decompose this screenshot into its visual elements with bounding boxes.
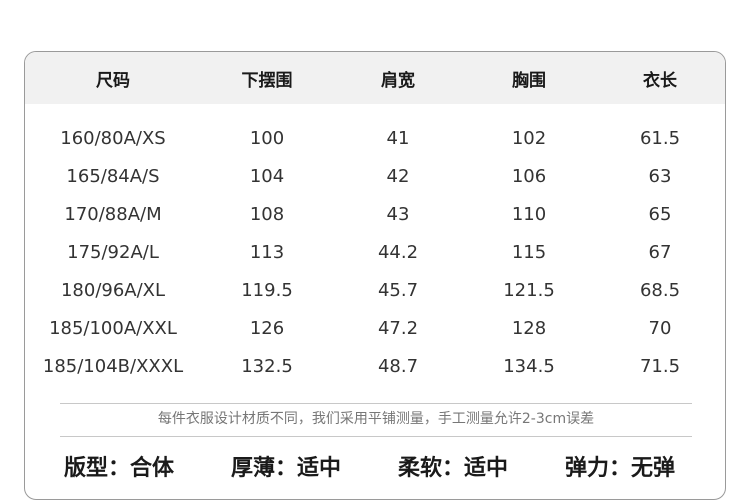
cell-size: 165/84A/S bbox=[66, 166, 160, 187]
cell-size: 185/104B/XXXL bbox=[42, 356, 184, 377]
header-size: 尺码 bbox=[96, 71, 130, 91]
table-row: 160/80A/XS 100 41 102 61.5 bbox=[25, 127, 725, 165]
cell-size: 175/92A/L bbox=[67, 242, 159, 263]
table-row: 185/100A/XXL 126 47.2 128 70 bbox=[25, 317, 725, 355]
table-row: 180/96A/XL 119.5 45.7 121.5 68.5 bbox=[25, 279, 725, 317]
cell-length: 61.5 bbox=[639, 128, 681, 149]
cell-length: 68.5 bbox=[639, 280, 681, 301]
table-row: 170/88A/M 108 43 110 65 bbox=[25, 203, 725, 241]
cell-length: 71.5 bbox=[639, 356, 681, 377]
cell-size: 170/88A/M bbox=[64, 204, 162, 225]
feature-thickness: 厚薄：适中 bbox=[231, 456, 342, 481]
cell-size: 180/96A/XL bbox=[60, 280, 166, 301]
feature-fit: 版型：合体 bbox=[64, 456, 175, 481]
cell-length: 65 bbox=[648, 204, 672, 225]
feature-elasticity: 弹力：无弹 bbox=[565, 456, 676, 481]
divider-bottom bbox=[60, 436, 692, 437]
divider-top bbox=[60, 403, 692, 404]
cell-size: 160/80A/XS bbox=[60, 128, 166, 149]
table-row: 185/104B/XXXL 132.5 48.7 134.5 71.5 bbox=[25, 355, 725, 393]
table-row: 165/84A/S 104 42 106 63 bbox=[25, 165, 725, 203]
header-length: 衣长 bbox=[643, 71, 677, 91]
size-chart-card: 尺码 下摆围 肩宽 胸围 衣长 160/80A/XS 100 41 102 61.5 16… bbox=[24, 51, 726, 500]
table-header: 尺码 下摆围 肩宽 胸围 衣长 bbox=[25, 52, 725, 104]
features-row: 版型：合体 厚薄：适中 柔软：适中 弹力：无弹 bbox=[25, 450, 725, 484]
feature-softness: 柔软：适中 bbox=[398, 456, 509, 481]
cell-length: 67 bbox=[648, 242, 672, 263]
cell-size: 185/100A/XXL bbox=[49, 318, 177, 339]
cell-length: 63 bbox=[648, 166, 672, 187]
table-row: 175/92A/L 113 44.2 115 67 bbox=[25, 241, 725, 279]
measurement-note: 每件衣服设计材质不同，我们采用平铺测量，手工测量允许2-3cm误差 bbox=[157, 411, 595, 427]
cell-length: 70 bbox=[648, 318, 672, 339]
